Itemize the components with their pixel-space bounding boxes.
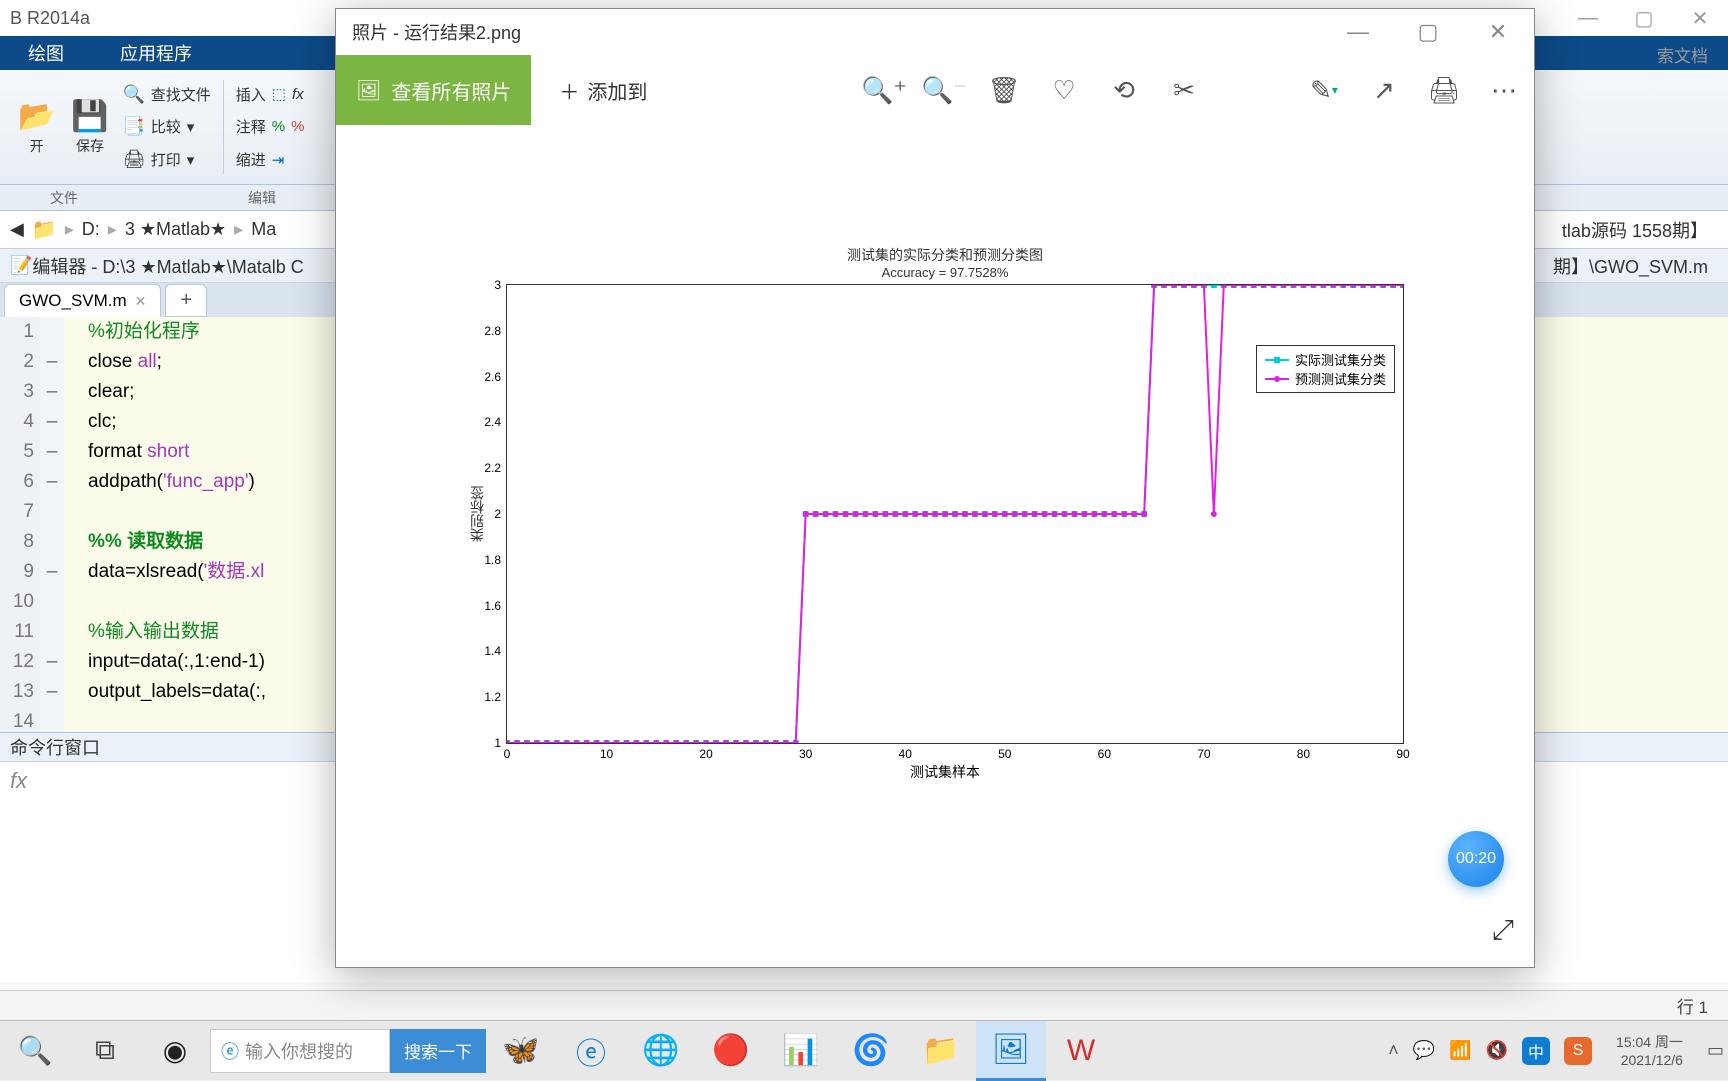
ribbon-search-hint[interactable]: 索文档 xyxy=(1657,42,1708,67)
add-to-button[interactable]: ＋ 添加到 xyxy=(531,76,675,105)
tray-icon[interactable]: 💬 xyxy=(1413,1040,1435,1061)
web-search-input[interactable]: ⓔ 输入你想搜的 xyxy=(210,1029,390,1073)
save-button[interactable]: 💾保存 xyxy=(63,74,116,180)
chart-image: 测试集的实际分类和预测分类图 Accuracy = 97.7528% 类别标签 … xyxy=(456,245,1434,667)
compare-icon: 📑 xyxy=(123,116,145,137)
favorite-icon[interactable]: ♡ xyxy=(1034,60,1094,120)
photos-titlebar: 照片 - 运行结果2.png — ▢ ✕ xyxy=(336,9,1534,55)
taskbar-app-item[interactable]: 🔴 xyxy=(696,1021,766,1081)
gallery-icon: 🖼 xyxy=(356,78,381,103)
breadcrumb-right: tlab源码 1558期】 xyxy=(1562,217,1708,243)
taskbar-app-item[interactable]: 📊 xyxy=(766,1021,836,1081)
matlab-title: B R2014a xyxy=(10,8,90,29)
print-icon[interactable]: 🖨 xyxy=(1414,60,1474,120)
open-button[interactable]: 📂开 xyxy=(10,74,63,180)
compare-button[interactable]: 📑比较 ▾ xyxy=(123,114,211,139)
taskbar-app-photos[interactable]: 🖼 xyxy=(976,1021,1046,1081)
back-icon[interactable]: ◀ xyxy=(10,219,24,240)
editor-doc-icon: 📝 xyxy=(10,255,32,276)
comment-button[interactable]: 注释 % % xyxy=(236,114,305,139)
print-icon: 🖨 xyxy=(123,149,145,170)
task-view-icon[interactable]: ⧉ xyxy=(70,1021,140,1081)
close-icon[interactable]: ✕ xyxy=(1478,19,1518,45)
editor-tab[interactable]: GWO_SVM.m ✕ xyxy=(4,284,161,317)
photos-toolbar: 🖼 查看所有照片 ＋ 添加到 🔍⁺ 🔍⁻ 🗑 ♡ ⟲ ✂ ✎▾ ↗ 🖨 ⋯ xyxy=(336,55,1534,125)
tab-add-button[interactable]: + xyxy=(165,284,207,317)
more-icon[interactable]: ⋯ xyxy=(1474,60,1534,120)
tab-close-icon[interactable]: ✕ xyxy=(135,293,147,310)
taskbar-app-item[interactable]: 🌐 xyxy=(626,1021,696,1081)
editor-right-title: 期】\GWO_SVM.m xyxy=(1553,253,1708,279)
windows-taskbar: 🔍 ⧉ ◉ ⓔ 输入你想搜的 搜索一下 🦋 ⓔ 🌐 🔴 📊 🌀 📁 🖼 W ˄ … xyxy=(0,1020,1728,1080)
maximize-icon[interactable]: ▢ xyxy=(1616,0,1672,36)
ime-badge[interactable]: 中 xyxy=(1522,1037,1550,1065)
breadcrumb-item[interactable]: D: xyxy=(82,219,100,240)
plus-icon: ＋ xyxy=(559,76,579,105)
breadcrumb-item[interactable]: 3 ★Matlab★ xyxy=(125,219,226,240)
taskbar-app-item[interactable]: ⓔ xyxy=(556,1021,626,1081)
obs-icon[interactable]: ◉ xyxy=(140,1021,210,1081)
chevron-up-icon[interactable]: ˄ xyxy=(1388,1040,1399,1061)
system-tray: ˄ 💬 📶 🔇 中 S 15:04 周一 2021/12/6 ▭ xyxy=(1384,1033,1728,1069)
delete-icon[interactable]: 🗑 xyxy=(974,60,1034,120)
volume-icon[interactable]: 🔇 xyxy=(1486,1040,1508,1061)
expand-icon[interactable]: ⤢ xyxy=(1492,914,1514,947)
minimize-icon[interactable]: — xyxy=(1338,19,1378,45)
status-line: 行 1 xyxy=(1677,993,1708,1018)
find-files-button[interactable]: 🔍查找文件 xyxy=(123,82,211,107)
search-button[interactable]: 搜索一下 xyxy=(390,1029,486,1073)
ie-icon: ⓔ xyxy=(221,1038,239,1064)
rotate-icon[interactable]: ⟲ xyxy=(1094,60,1154,120)
ribbon-tab-plot[interactable]: 绘图 xyxy=(0,36,92,70)
taskbar-clock[interactable]: 15:04 周一 2021/12/6 xyxy=(1606,1033,1693,1069)
command-prompt: fx xyxy=(10,768,27,793)
taskbar-app-item[interactable]: 🌀 xyxy=(836,1021,906,1081)
zoom-in-icon[interactable]: 🔍⁺ xyxy=(854,60,914,120)
ribbon-tab-apps[interactable]: 应用程序 xyxy=(92,36,220,70)
photos-window: 照片 - 运行结果2.png — ▢ ✕ 🖼 查看所有照片 ＋ 添加到 🔍⁺ 🔍… xyxy=(335,8,1535,968)
zoom-out-icon[interactable]: 🔍⁻ xyxy=(914,60,974,120)
wifi-icon[interactable]: 📶 xyxy=(1449,1040,1471,1061)
chart-title: 测试集的实际分类和预测分类图 xyxy=(456,245,1434,265)
search-icon[interactable]: 🔍 xyxy=(0,1021,70,1081)
minimize-icon[interactable]: — xyxy=(1560,0,1616,36)
taskbar-app-item[interactable]: 📁 xyxy=(906,1021,976,1081)
chart-subtitle: Accuracy = 97.7528% xyxy=(456,265,1434,280)
close-icon[interactable]: ✕ xyxy=(1672,0,1728,36)
photos-content: 测试集的实际分类和预测分类图 Accuracy = 97.7528% 类别标签 … xyxy=(336,125,1534,967)
recording-timer: 00:20 xyxy=(1448,831,1504,887)
photos-title: 照片 - 运行结果2.png xyxy=(352,19,521,45)
indent-button[interactable]: 缩进 ⇥ xyxy=(236,147,305,172)
taskbar-app-item[interactable]: 🦋 xyxy=(486,1021,556,1081)
print-button[interactable]: 🖨打印 ▾ xyxy=(123,147,211,172)
see-all-photos-button[interactable]: 🖼 查看所有照片 xyxy=(336,55,531,125)
matlab-status-bar: 行 1 xyxy=(0,990,1728,1020)
share-icon[interactable]: ↗ xyxy=(1354,60,1414,120)
notifications-icon[interactable]: ▭ xyxy=(1707,1040,1724,1061)
insert-button[interactable]: 插入 ⬚ fx xyxy=(236,82,305,107)
maximize-icon[interactable]: ▢ xyxy=(1408,19,1448,45)
save-icon: 💾 xyxy=(71,99,108,134)
crop-icon[interactable]: ✂ xyxy=(1154,60,1214,120)
taskbar-app-wps[interactable]: W xyxy=(1046,1021,1116,1081)
editor-title: 编辑器 - D:\3 ★Matlab★\Matalb C xyxy=(32,253,303,279)
folder-icon: 📁 xyxy=(32,217,57,242)
open-icon: 📂 xyxy=(18,99,55,134)
find-icon: 🔍 xyxy=(123,84,145,105)
input-method-icon[interactable]: S xyxy=(1564,1037,1592,1065)
breadcrumb-item[interactable]: Ma xyxy=(251,219,276,240)
edit-icon[interactable]: ✎▾ xyxy=(1294,60,1354,120)
chart-xlabel: 测试集样本 xyxy=(456,762,1434,782)
chart-legend: 实际测试集分类 预测测试集分类 xyxy=(1256,345,1395,393)
